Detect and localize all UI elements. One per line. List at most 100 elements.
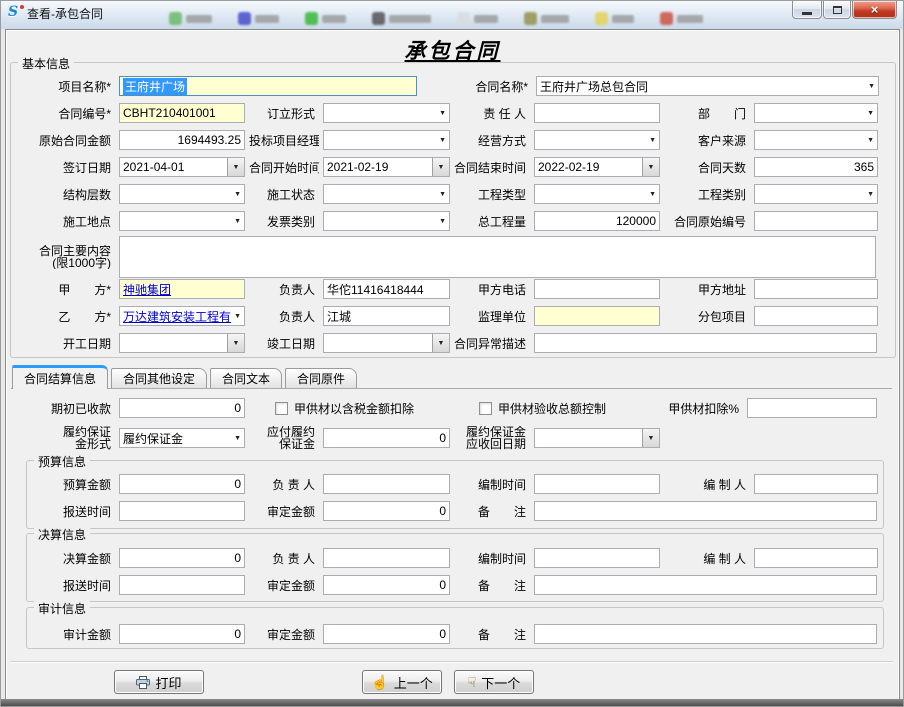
- close-button[interactable]: ×: [852, 1, 897, 19]
- party-a-leader-input[interactable]: 华佗11416418444: [323, 279, 450, 299]
- calendar-dropdown-button[interactable]: ▼: [432, 158, 449, 176]
- contract-no-value: CBHT210401001: [123, 106, 216, 120]
- duty-person-input[interactable]: [534, 103, 660, 123]
- final-compile-time-input[interactable]: [534, 548, 660, 568]
- subcontract-input[interactable]: [754, 306, 878, 326]
- contract-name-combo[interactable]: 王府井广场总包合同▼: [536, 76, 879, 96]
- audit-amount-input[interactable]: 0: [119, 624, 245, 644]
- original-amount-input[interactable]: 1694493.25: [119, 130, 245, 150]
- form-row: 施工地点 ▼ 发票类别 ▼ 总工程量 120000 合同原始编号: [11, 211, 892, 231]
- duty-person-label: 责 任 人: [454, 105, 530, 122]
- party-a-input[interactable]: 神驰集团: [119, 279, 245, 299]
- project-class-combo[interactable]: ▼: [754, 184, 878, 204]
- original-amount-label: 原始合同金额: [11, 132, 115, 149]
- previous-button[interactable]: ☝ 上一个: [362, 670, 442, 694]
- party-a-phone-input[interactable]: [534, 279, 660, 299]
- final-approved-input[interactable]: 0: [323, 575, 450, 595]
- budget-compiler-input[interactable]: [754, 474, 878, 494]
- initial-received-input[interactable]: 0: [119, 398, 245, 418]
- audit-approved-value: 0: [439, 627, 446, 641]
- budget-approved-input[interactable]: 0: [323, 501, 450, 521]
- dropdown-arrow-icon: ▼: [867, 191, 874, 198]
- construction-site-combo[interactable]: ▼: [119, 211, 245, 231]
- original-no-input[interactable]: [754, 211, 878, 231]
- invoice-class-combo[interactable]: ▼: [323, 211, 450, 231]
- budget-amount-input[interactable]: 0: [119, 474, 245, 494]
- dropdown-arrow-icon: ▼: [868, 83, 875, 90]
- bond-payable-input[interactable]: 0: [323, 428, 450, 448]
- tab-contract-original[interactable]: 合同原件: [285, 368, 357, 388]
- project-name-input[interactable]: 王府井广场: [119, 76, 417, 96]
- project-type-combo[interactable]: ▼: [534, 184, 660, 204]
- total-control-checkbox[interactable]: [479, 402, 492, 415]
- bond-return-date-picker[interactable]: ▼: [534, 428, 660, 448]
- party-b-combo[interactable]: 万达建筑安装工程有▼: [119, 306, 245, 326]
- audit-approved-input[interactable]: 0: [323, 624, 450, 644]
- minimize-button[interactable]: [792, 1, 822, 19]
- tab-other-settings[interactable]: 合同其他设定: [111, 368, 207, 388]
- party-b-link[interactable]: 万达建筑安装工程有: [123, 308, 231, 325]
- finish-date-picker[interactable]: ▼: [323, 333, 450, 353]
- background-toolbar-icon: [660, 10, 703, 27]
- party-b-leader-label: 负责人: [249, 308, 319, 325]
- initial-received-label: 期初已收款: [11, 400, 115, 417]
- final-remark-input[interactable]: [534, 575, 877, 595]
- party-a-address-input[interactable]: [754, 279, 878, 299]
- project-class-label: 工程类别: [664, 186, 750, 203]
- budget-remark-input[interactable]: [534, 501, 877, 521]
- calendar-dropdown-button[interactable]: ▼: [432, 334, 449, 352]
- sign-form-combo[interactable]: ▼: [323, 103, 450, 123]
- contract-no-input[interactable]: CBHT210401001: [119, 103, 245, 123]
- tab-settlement-info[interactable]: 合同结算信息: [12, 365, 108, 389]
- construction-status-combo[interactable]: ▼: [323, 184, 450, 204]
- form-row: 原始合同金额 1694493.25 投标项目经理 ▼ 经营方式 ▼ 客户来源 ▼: [11, 130, 892, 150]
- app-icon: S: [8, 4, 24, 20]
- start-work-date-picker[interactable]: ▼: [119, 333, 245, 353]
- calendar-dropdown-button[interactable]: ▼: [642, 429, 659, 447]
- bond-form-combo[interactable]: 履约保证金▼: [119, 428, 245, 448]
- final-amount-label: 决算金额: [11, 550, 115, 567]
- party-b-leader-input[interactable]: 江城: [323, 306, 450, 326]
- start-time-value: 2021-02-19: [327, 160, 388, 174]
- print-button[interactable]: 打印: [114, 670, 204, 694]
- budget-leader-input[interactable]: [323, 474, 450, 494]
- final-submit-time-input[interactable]: [119, 575, 245, 595]
- construction-status-label: 施工状态: [249, 186, 319, 203]
- tax-deduct-checkbox[interactable]: [275, 402, 288, 415]
- total-quantity-value: 120000: [616, 214, 656, 228]
- start-time-picker[interactable]: 2021-02-19 ▼: [323, 157, 450, 177]
- abnormal-desc-input[interactable]: [534, 333, 877, 353]
- supervision-unit-input[interactable]: [534, 306, 660, 326]
- calendar-dropdown-button[interactable]: ▼: [227, 334, 244, 352]
- total-quantity-input[interactable]: 120000: [534, 211, 660, 231]
- contract-main-content-textarea[interactable]: [119, 236, 876, 278]
- customer-source-combo[interactable]: ▼: [754, 130, 878, 150]
- business-mode-combo[interactable]: ▼: [534, 130, 660, 150]
- final-compiler-input[interactable]: [754, 548, 878, 568]
- form-row: 合同主要内容 (限1000字): [11, 235, 892, 279]
- days-input[interactable]: 365: [754, 157, 878, 177]
- tab-label: 合同文本: [222, 370, 270, 387]
- maximize-button[interactable]: [823, 1, 851, 19]
- calendar-dropdown-button[interactable]: ▼: [642, 158, 659, 176]
- hand-up-icon: ☝: [371, 675, 388, 689]
- form-row: 结构层数 ▼ 施工状态 ▼ 工程类型 ▼ 工程类别 ▼: [11, 184, 892, 204]
- audit-remark-input[interactable]: [534, 624, 877, 644]
- deduct-percent-input[interactable]: [747, 398, 877, 418]
- budget-compile-time-input[interactable]: [534, 474, 660, 494]
- calendar-dropdown-button[interactable]: ▼: [227, 158, 244, 176]
- department-combo[interactable]: ▼: [754, 103, 878, 123]
- party-a-link[interactable]: 神驰集团: [123, 281, 171, 298]
- budget-submit-time-input[interactable]: [119, 501, 245, 521]
- bid-manager-combo[interactable]: ▼: [323, 130, 450, 150]
- final-leader-input[interactable]: [323, 548, 450, 568]
- structure-layers-combo[interactable]: ▼: [119, 184, 245, 204]
- final-amount-input[interactable]: 0: [119, 548, 245, 568]
- final-leader-label: 负 责 人: [249, 550, 319, 567]
- budget-submit-time-label: 报送时间: [11, 503, 115, 520]
- end-time-picker[interactable]: 2022-02-19▼: [534, 157, 660, 177]
- contract-form-panel: 承包合同 基本信息 预算信息 决算信息 审计信息 项目名称* 王府井广场 合同名…: [5, 29, 900, 701]
- next-button[interactable]: ☟ 下一个: [454, 670, 534, 694]
- sign-date-picker[interactable]: 2021-04-01▼: [119, 157, 245, 177]
- tab-contract-text[interactable]: 合同文本: [210, 368, 282, 388]
